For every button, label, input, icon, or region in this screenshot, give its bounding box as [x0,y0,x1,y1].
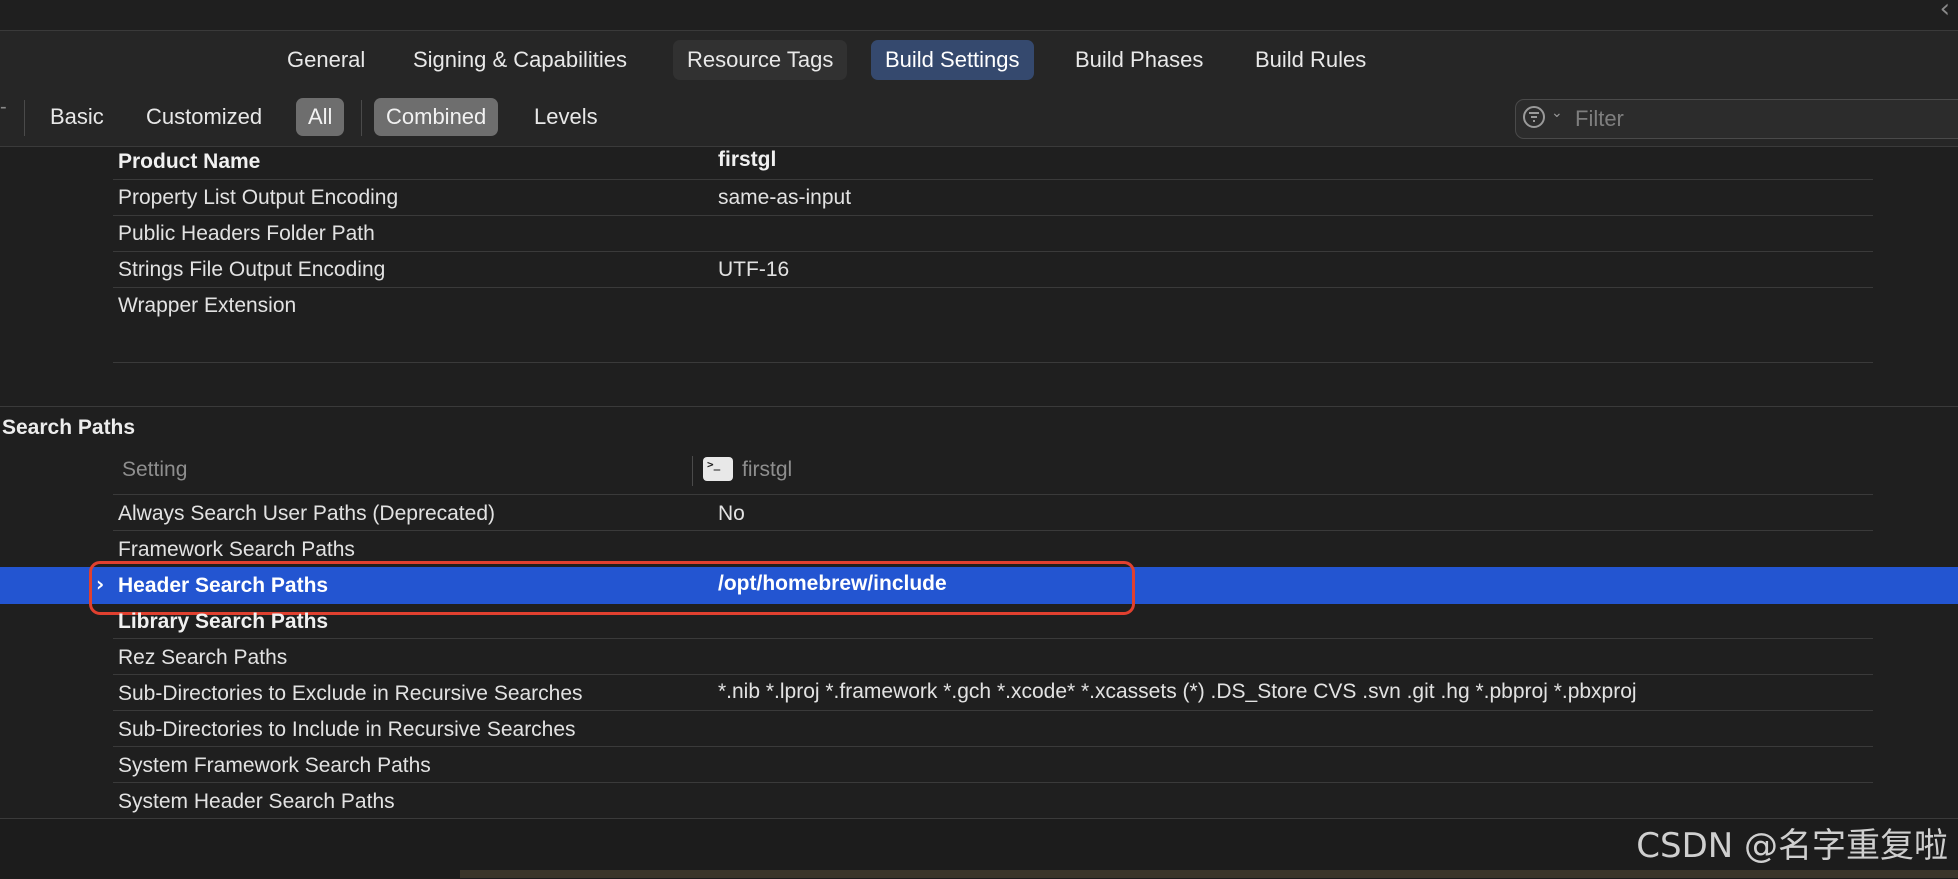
column-header-target: firstgl [742,458,793,481]
tab-resource-tags[interactable]: Resource Tags [673,40,848,80]
row-divider [113,179,1873,180]
minus-icon[interactable]: - [0,96,7,119]
tab-general[interactable]: General [273,40,379,80]
watermark: CSDN @名字重复啦 [1636,826,1948,866]
row-divider [113,530,1873,531]
section-title: Search Paths [2,416,136,439]
setting-label[interactable]: Sub-Directories to Include in Recursive … [118,718,576,742]
filter-icon[interactable] [1523,106,1545,128]
setting-label[interactable]: Library Search Paths [118,610,328,634]
row-divider [113,746,1873,747]
setting-label[interactable]: System Header Search Paths [118,790,395,814]
terminal-glyph: >_ [707,458,721,471]
setting-label[interactable]: System Framework Search Paths [118,754,431,778]
setting-label[interactable]: Public Headers Folder Path [118,222,375,246]
setting-value[interactable]: firstgl [718,148,776,172]
column-divider [692,456,693,486]
column-header-setting: Setting [122,458,188,481]
setting-label[interactable]: Wrapper Extension [118,294,296,318]
setting-value[interactable]: No [718,502,745,526]
top-bar [0,0,1958,31]
segment-basic[interactable]: Basic [38,98,116,136]
divider [24,100,25,136]
row-divider [113,674,1873,675]
segment-combined[interactable]: Combined [374,98,499,136]
setting-label[interactable]: Framework Search Paths [118,538,355,562]
tab-signing-capabilities[interactable]: Signing & Capabilities [399,40,641,80]
row-divider [113,710,1873,711]
chevron-left-icon[interactable]: ‹ [1940,0,1950,24]
tab-build-rules[interactable]: Build Rules [1241,40,1380,80]
tab-build-phases[interactable]: Build Phases [1061,40,1217,80]
row-divider [113,638,1873,639]
segment-customized[interactable]: Customized [134,98,274,136]
row-divider [113,215,1873,216]
filter-input[interactable] [1573,100,1957,138]
tab-build-settings[interactable]: Build Settings [871,40,1034,80]
setting-value[interactable]: *.nib *.lproj *.framework *.gch *.xcode*… [718,680,1637,704]
row-divider [113,782,1873,783]
setting-label[interactable]: Property List Output Encoding [118,186,398,210]
setting-label[interactable]: Sub-Directories to Exclude in Recursive … [118,682,583,706]
row-divider [113,251,1873,252]
chevron-down-icon[interactable]: ⌄ [1551,104,1563,121]
divider [361,100,362,136]
setting-label[interactable]: Always Search User Paths (Deprecated) [118,502,495,526]
setting-value[interactable]: UTF-16 [718,258,789,282]
terminal-icon: >_ [703,457,733,481]
row-divider [113,287,1873,288]
status-strip [460,870,1958,878]
segment-levels[interactable]: Levels [522,98,610,136]
row-divider [113,494,1873,495]
setting-label[interactable]: Strings File Output Encoding [118,258,385,282]
setting-label[interactable]: Product Name [118,150,260,174]
segment-all[interactable]: All [296,98,345,136]
setting-label[interactable]: Rez Search Paths [118,646,287,670]
highlight-outline [89,561,1135,615]
section-divider [0,406,1958,407]
setting-value[interactable]: same-as-input [718,186,851,210]
row-divider [113,362,1873,363]
